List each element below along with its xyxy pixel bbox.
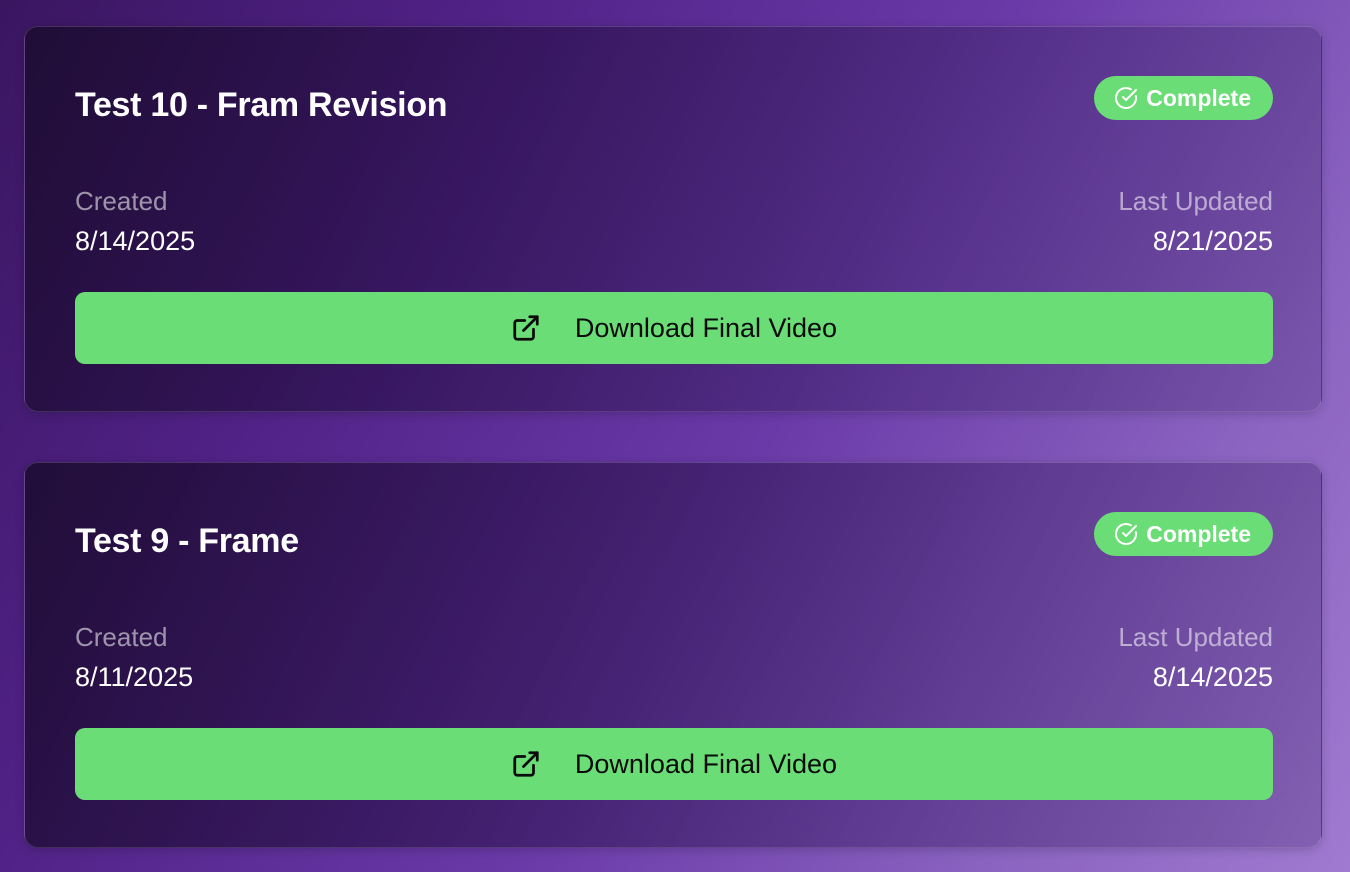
status-badge: Complete <box>1094 512 1273 556</box>
download-button-label: Download Final Video <box>574 748 838 779</box>
created-label: Created <box>75 622 168 652</box>
created-label: Created <box>75 186 168 216</box>
status-badge-label: Complete <box>1146 84 1251 111</box>
download-final-video-button[interactable]: Download Final Video <box>75 292 1273 364</box>
last-updated-label: Last Updated <box>1118 622 1273 652</box>
status-badge-label: Complete <box>1146 520 1251 547</box>
check-circle-icon <box>1115 523 1138 545</box>
download-button-label: Download Final Video <box>574 312 838 343</box>
last-updated-label: Last Updated <box>1118 186 1273 216</box>
project-title: Test 10 - Fram Revision <box>75 86 448 124</box>
created-date: 8/14/2025 <box>75 226 196 256</box>
created-date: 8/11/2025 <box>75 662 194 692</box>
download-final-video-button[interactable]: Download Final Video <box>75 728 1273 800</box>
status-badge: Complete <box>1094 76 1273 120</box>
check-circle-icon <box>1115 87 1138 109</box>
last-updated-date: 8/21/2025 <box>1152 226 1273 256</box>
last-updated-date: 8/14/2025 <box>1152 662 1273 692</box>
project-card: Test 10 - Fram Revision Complete Created… <box>24 26 1322 412</box>
external-link-icon <box>513 315 539 341</box>
project-title: Test 9 - Frame <box>75 522 299 560</box>
project-card: Test 9 - Frame Complete Created 8/11/202… <box>24 462 1322 848</box>
external-link-icon <box>513 751 539 777</box>
